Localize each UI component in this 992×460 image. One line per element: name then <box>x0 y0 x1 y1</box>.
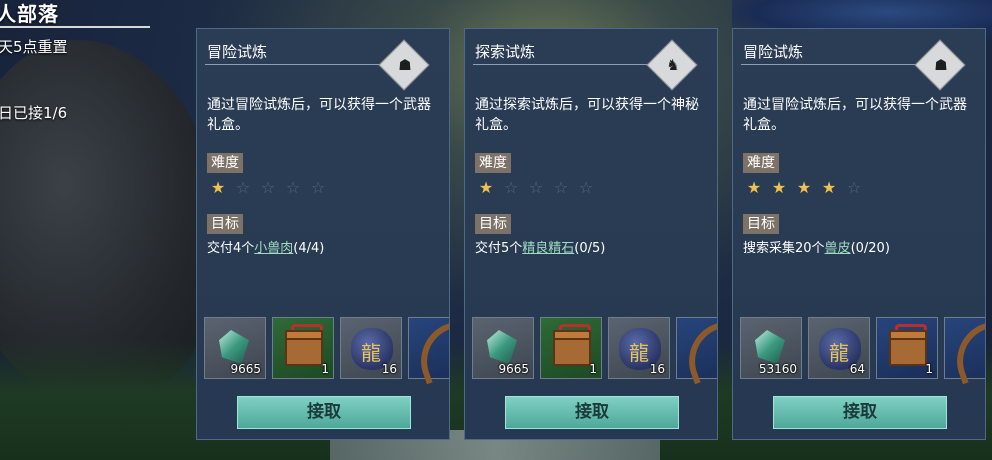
hud-daily-count: 日已接1/6 <box>0 104 68 122</box>
horn-icon <box>677 321 717 385</box>
treasure-chest-icon <box>285 330 323 366</box>
hud-divider <box>0 26 150 28</box>
jade-crystal-icon <box>755 330 785 364</box>
jade-crystal-icon <box>487 330 517 364</box>
goal-label: 目标 <box>743 214 779 234</box>
hud-title: 人部落 <box>0 2 59 26</box>
difficulty-stars: ★ ☆ ☆ ☆ ☆ <box>477 179 595 197</box>
card-description: 通过冒险试炼后，可以获得一个武器礼盒。 <box>207 97 431 133</box>
goal-text: 搜索采集20个兽皮(0/20) <box>743 237 890 256</box>
reward-quantity: 9665 <box>498 362 529 376</box>
star-icon: ★ <box>771 178 787 197</box>
reward-quantity: 16 <box>649 362 665 376</box>
goal-text: 交付5个精良精石(0/5) <box>475 237 605 256</box>
star-icon: ☆ <box>553 178 569 197</box>
reward-list: 9665 1 16 <box>472 317 717 385</box>
goal-label: 目标 <box>207 214 243 234</box>
difficulty-stars: ★ ☆ ☆ ☆ ☆ <box>209 179 327 197</box>
star-icon: ☆ <box>235 178 251 197</box>
goal-prefix: 搜索采集20个 <box>743 241 825 256</box>
star-icon: ☆ <box>578 178 594 197</box>
trial-card: 冒险试炼 ☗ 通过冒险试炼后，可以获得一个武器礼盒。 难度 ★ ★ ★ ★ ☆ 目标 搜… <box>732 28 986 440</box>
card-description: 通过探索试炼后，可以获得一个神秘礼盒。 <box>475 97 699 133</box>
dragon-emblem-icon: ♞ <box>666 56 680 74</box>
reward-slot[interactable]: 16 <box>340 317 402 379</box>
star-icon: ★ <box>210 178 226 197</box>
card-title: 冒险试炼 <box>743 43 804 61</box>
difficulty-label: 难度 <box>207 153 243 173</box>
star-icon: ☆ <box>285 178 301 197</box>
card-title: 探索试炼 <box>475 43 536 61</box>
reward-slot[interactable]: 9665 <box>204 317 266 379</box>
reward-slot[interactable]: 1 <box>540 317 602 379</box>
jade-crystal-icon <box>219 330 249 364</box>
mask-icon: ☗ <box>398 56 412 74</box>
goal-item-link[interactable]: 小兽肉 <box>254 241 293 256</box>
reward-slot[interactable]: 9665 <box>472 317 534 379</box>
reward-quantity: 1 <box>321 362 329 376</box>
goal-item-link[interactable]: 兽皮 <box>825 241 851 256</box>
reward-quantity: 53160 <box>758 362 797 376</box>
star-icon: ☆ <box>528 178 544 197</box>
reward-list: 9665 1 16 <box>204 317 449 385</box>
star-icon: ☆ <box>846 178 862 197</box>
mask-icon: ☗ <box>934 56 948 74</box>
reward-slot[interactable]: 53160 <box>740 317 802 379</box>
reward-quantity: 1 <box>925 362 933 376</box>
reward-slot[interactable] <box>408 317 449 385</box>
treasure-chest-icon <box>553 330 591 366</box>
star-icon: ★ <box>746 178 762 197</box>
horn-icon <box>409 321 449 385</box>
goal-text: 交付4个小兽肉(4/4) <box>207 237 324 256</box>
hud-reset-text: 天5点重置 <box>0 38 68 56</box>
accept-button[interactable]: 接取 <box>237 396 411 429</box>
goal-prefix: 交付5个 <box>475 241 523 256</box>
goal-prefix: 交付4个 <box>207 241 255 256</box>
difficulty-label: 难度 <box>743 153 779 173</box>
star-icon: ☆ <box>310 178 326 197</box>
goal-label: 目标 <box>475 214 511 234</box>
reward-list: 53160 64 1 <box>740 317 985 385</box>
reward-slot[interactable] <box>944 317 985 385</box>
difficulty-label: 难度 <box>475 153 511 173</box>
card-description: 通过冒险试炼后，可以获得一个武器礼盒。 <box>743 97 967 133</box>
reward-slot[interactable]: 64 <box>808 317 870 379</box>
trial-card: 冒险试炼 ☗ 通过冒险试炼后，可以获得一个武器礼盒。 难度 ★ ☆ ☆ ☆ ☆ 目标 交… <box>196 28 450 440</box>
accept-button[interactable]: 接取 <box>505 396 679 429</box>
horn-icon <box>945 321 985 385</box>
reward-slot[interactable]: 1 <box>272 317 334 379</box>
goal-progress: (0/20) <box>850 241 890 256</box>
reward-slot[interactable]: 16 <box>608 317 670 379</box>
treasure-chest-icon <box>889 330 927 366</box>
trial-card: 探索试炼 ♞ 通过探索试炼后，可以获得一个神秘礼盒。 难度 ★ ☆ ☆ ☆ ☆ 目标 交… <box>464 28 718 440</box>
reward-quantity: 9665 <box>230 362 261 376</box>
goal-progress: (0/5) <box>574 241 606 256</box>
goal-progress: (4/4) <box>293 241 325 256</box>
reward-quantity: 1 <box>589 362 597 376</box>
star-icon: ★ <box>796 178 812 197</box>
star-icon: ☆ <box>503 178 519 197</box>
title-divider <box>741 64 931 65</box>
reward-quantity: 64 <box>849 362 865 376</box>
title-divider <box>473 64 663 65</box>
star-icon: ★ <box>821 178 837 197</box>
reward-slot[interactable]: 1 <box>876 317 938 379</box>
star-icon: ☆ <box>260 178 276 197</box>
star-icon: ★ <box>478 178 494 197</box>
card-title: 冒险试炼 <box>207 43 268 61</box>
reward-quantity: 16 <box>381 362 397 376</box>
reward-slot[interactable] <box>676 317 717 385</box>
title-divider <box>205 64 395 65</box>
difficulty-stars: ★ ★ ★ ★ ☆ <box>745 179 863 197</box>
goal-item-link[interactable]: 精良精石 <box>522 241 574 256</box>
accept-button[interactable]: 接取 <box>773 396 947 429</box>
